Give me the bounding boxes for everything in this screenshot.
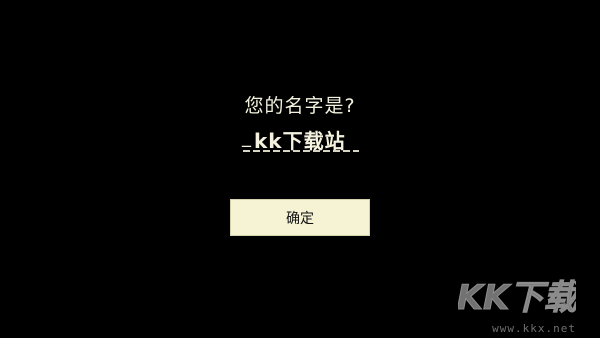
name-dash-underline [243, 150, 359, 152]
kk-logo-watermark: KK下载 [458, 278, 576, 318]
watermark: KK下载 www.kkx.net [458, 273, 576, 336]
svg-text:KK下载: KK下载 [458, 278, 576, 317]
name-entry-screen: 您的名字是? _ kk下载站 确定 KK下载 www.kkx.net [0, 0, 600, 338]
name-input-field[interactable]: _ kk下载站 [240, 123, 360, 155]
name-cursor: _ [242, 127, 251, 148]
watermark-url: www.kkx.net [492, 322, 576, 335]
name-prompt: 您的名字是? [244, 95, 356, 117]
confirm-button[interactable]: 确定 [230, 199, 370, 236]
